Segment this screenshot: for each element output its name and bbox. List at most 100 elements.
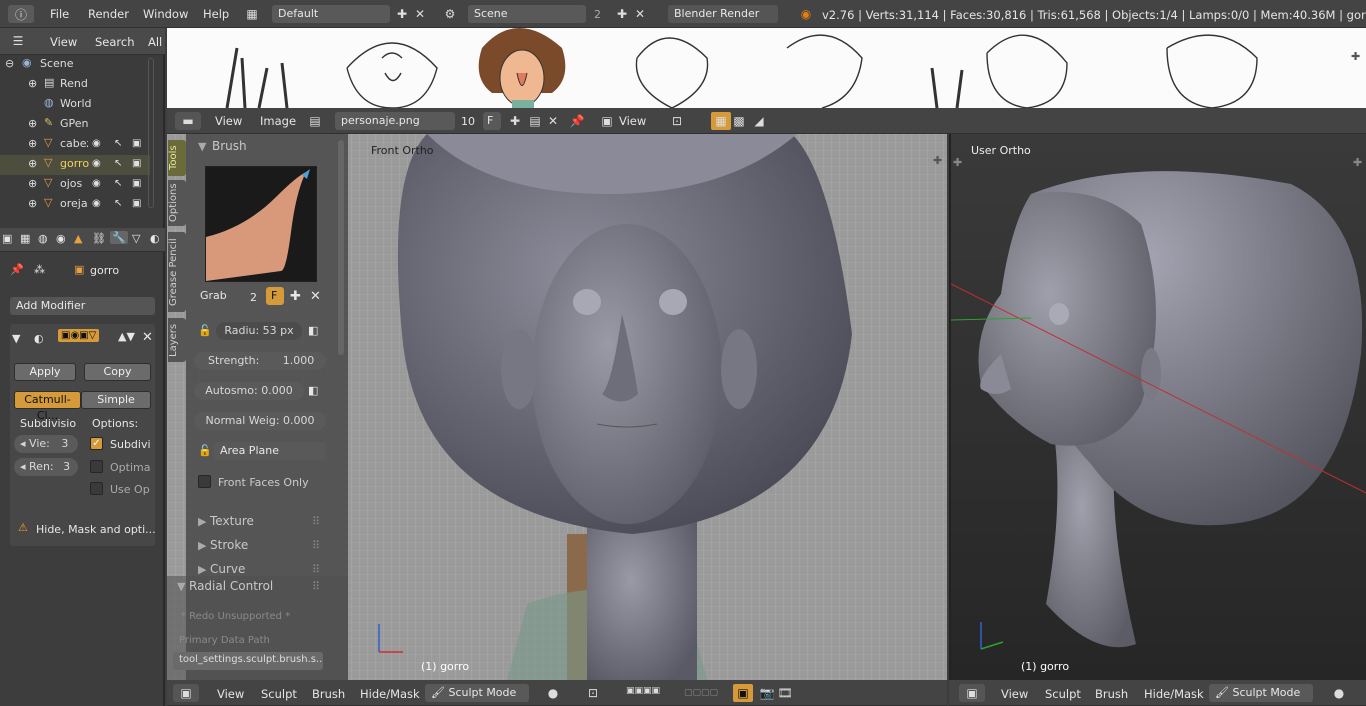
hide-mask-menu[interactable]: Hide/Mask <box>1144 687 1204 701</box>
drag-handle-icon[interactable]: ⠿ <box>312 515 320 528</box>
pressure-icon[interactable]: ◧ <box>308 324 318 337</box>
copy-button[interactable]: Copy <box>84 363 151 381</box>
outliner-scrollbar[interactable] <box>148 58 154 208</box>
tab-grease-pencil[interactable]: Grease Pencil <box>168 232 186 312</box>
menu-help[interactable]: Help <box>203 7 229 21</box>
open-image-icon[interactable]: ▤ <box>525 112 545 130</box>
curve-panel-header[interactable]: Curve <box>210 562 245 576</box>
sculpt-menu[interactable]: Sculpt <box>1045 687 1081 701</box>
alpha-display-icon[interactable]: ▦ <box>711 112 731 130</box>
add-modifier-dropdown[interactable]: Add Modifier <box>10 297 155 315</box>
remove-scene-icon[interactable]: ✕ <box>630 5 650 23</box>
outliner-row-ojos[interactable]: ⊕ ▽ ojos ◉ ↖ ▣ <box>0 175 150 195</box>
add-scene-icon[interactable]: ✚ <box>612 5 632 23</box>
collapse-triangle-icon[interactable]: ▼ <box>12 332 20 345</box>
image-name-field[interactable]: personaje.png <box>335 112 455 130</box>
sculpt-menu[interactable]: Sculpt <box>261 687 297 701</box>
mesh-data-tab-icon[interactable]: ▽ <box>132 232 140 245</box>
image-editor-icon[interactable]: ▬ <box>175 112 201 130</box>
collapse-triangle-icon[interactable]: ▶ <box>198 563 206 576</box>
tool-shelf-scrollbar[interactable] <box>338 140 344 355</box>
visibility-eye-icon[interactable]: ◉ <box>92 178 101 189</box>
mode-dropdown[interactable]: 🖌 Sculpt Mode <box>1209 684 1313 702</box>
checker-icon[interactable]: ▩ <box>729 112 749 130</box>
scene-field[interactable]: Scene <box>468 5 586 23</box>
pin-image-icon[interactable]: 📌 <box>567 112 587 130</box>
texture-panel-header[interactable]: Texture <box>210 514 254 528</box>
add-brush-icon[interactable]: ✚ <box>290 289 301 304</box>
autosmooth-slider[interactable]: Autosmo: 0.000 <box>194 382 304 400</box>
collapse-triangle-icon[interactable]: ▼ <box>198 140 206 153</box>
menu-file[interactable]: File <box>50 7 69 21</box>
area-split-icon[interactable]: ✚ <box>933 154 942 167</box>
new-image-icon[interactable]: ✚ <box>505 112 525 130</box>
radial-control-header[interactable]: Radial Control <box>189 579 273 593</box>
optimal-display-checkbox[interactable] <box>90 460 103 473</box>
image-image-menu[interactable]: Image <box>260 114 296 128</box>
lock-layers-icon[interactable]: ▣ <box>733 684 753 702</box>
render-camera-icon[interactable]: ▣ <box>132 138 141 149</box>
layer-buttons-icon[interactable]: ▢▢▢▢ <box>677 684 725 702</box>
visibility-eye-icon[interactable]: ◉ <box>92 138 101 149</box>
viewport-user[interactable]: User Ortho (1) gorro ✚ ✚ <box>949 134 1366 680</box>
pin-icon[interactable]: 📌 <box>10 263 24 276</box>
unlink-image-icon[interactable]: ✕ <box>543 112 563 130</box>
remove-screen-icon[interactable]: ✕ <box>410 5 430 23</box>
sculpt-plane-dropdown[interactable]: Area Plane <box>214 442 326 460</box>
tab-options[interactable]: Options <box>168 180 186 226</box>
outliner-view-menu[interactable]: View <box>50 35 77 49</box>
select-cursor-icon[interactable]: ↖ <box>114 158 122 169</box>
render-camera-icon[interactable]: ▣ <box>132 158 141 169</box>
select-cursor-icon[interactable]: ↖ <box>114 178 122 189</box>
pivot-icon[interactable]: ⊡ <box>667 112 687 130</box>
outliner-editor-icon[interactable]: ☰ <box>8 32 28 50</box>
drag-handle-icon[interactable]: ⠿ <box>312 539 320 552</box>
outliner-row-gorro[interactable]: ⊕ ▽ gorro ◉ ↖ ▣ <box>0 155 150 175</box>
screen-layout-icon[interactable]: ▦ <box>242 5 262 23</box>
view-menu[interactable]: View <box>1001 687 1028 701</box>
layer-buttons-icon[interactable]: ▣▣▣▣ <box>621 682 665 700</box>
shading-sphere-icon[interactable]: ● <box>543 684 563 702</box>
drag-handle-icon[interactable]: ⠿ <box>312 563 320 576</box>
apply-button[interactable]: Apply <box>14 363 76 381</box>
outliner-search-menu[interactable]: Search <box>95 35 135 49</box>
select-cursor-icon[interactable]: ↖ <box>114 138 122 149</box>
mode-dropdown[interactable]: 🖌 Sculpt Mode <box>425 684 529 702</box>
catmull-clark-button[interactable]: Catmull-Cl... <box>14 391 81 422</box>
screen-layout-field[interactable]: Default <box>272 5 390 23</box>
render-levels-field[interactable]: ◂ Ren: 3 <box>14 458 78 476</box>
outliner-row-scene[interactable]: ⊖ ◉ Scene <box>0 55 150 75</box>
brush-menu[interactable]: Brush <box>1095 687 1128 701</box>
data-path-field[interactable]: tool_settings.sculpt.brush.s... <box>173 652 323 670</box>
image-view-dropdown[interactable]: View <box>619 114 646 128</box>
remove-brush-icon[interactable]: ✕ <box>310 289 321 304</box>
collapse-triangle-icon[interactable]: ▼ <box>177 580 185 593</box>
brush-menu[interactable]: Brush <box>312 687 345 701</box>
view-menu[interactable]: View <box>217 687 244 701</box>
lock-icon[interactable]: 🔓 <box>198 444 212 457</box>
radius-slider[interactable]: Radiu: 53 px <box>216 322 302 340</box>
area-split-icon[interactable]: ✚ <box>953 156 962 169</box>
outliner-row-render[interactable]: ⊕ ▤ Rend <box>0 75 150 95</box>
material-tab-icon[interactable]: ◐ <box>150 232 160 245</box>
stroke-panel-header[interactable]: Stroke <box>210 538 248 552</box>
outliner-row-cabeza[interactable]: ⊕ ▽ cabeza ◉ ↖ ▣ <box>0 135 150 155</box>
remove-modifier-icon[interactable]: ✕ <box>142 330 153 345</box>
outliner-all-dropdown[interactable]: All <box>148 35 162 49</box>
object-data-tab-icon[interactable]: ▲ <box>74 232 82 245</box>
brush-panel-header[interactable]: Brush <box>212 139 247 153</box>
lock-icon[interactable]: 🔓 <box>198 324 212 337</box>
constraints-tab-icon[interactable]: ⛓ <box>92 232 106 245</box>
collapse-triangle-icon[interactable]: ▶ <box>198 539 206 552</box>
subdivide-uvs-checkbox[interactable]: ✓ <box>90 437 103 450</box>
area-split-icon[interactable]: ✚ <box>1351 50 1360 63</box>
collapse-triangle-icon[interactable]: ▶ <box>198 515 206 528</box>
3d-view-editor-icon[interactable]: ▣ <box>959 684 985 702</box>
object-tab-icon[interactable]: ◉ <box>56 232 66 245</box>
image-view-menu[interactable]: View <box>215 114 242 128</box>
drag-handle-icon[interactable]: ⠿ <box>312 580 320 593</box>
modifiers-tab-icon[interactable]: 🔧 <box>110 231 128 244</box>
outliner-row-world[interactable]: ◍ World <box>0 95 150 115</box>
info-editor-icon[interactable]: ⓘ <box>8 5 34 23</box>
brush-name-field[interactable]: Grab <box>194 287 244 305</box>
